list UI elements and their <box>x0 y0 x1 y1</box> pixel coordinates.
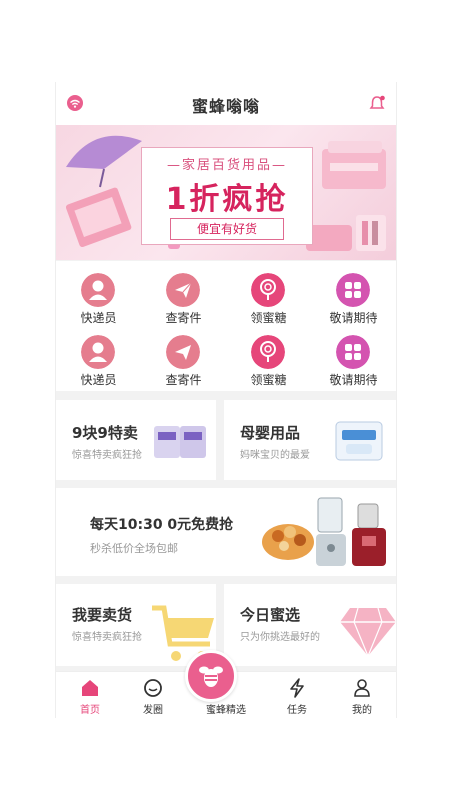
grid-item-track-parcel[interactable]: 查寄件 <box>141 325 226 387</box>
card-subtitle: 妈咪宝贝的最爱 <box>240 450 310 461</box>
grid-icon <box>336 273 370 307</box>
bell-icon[interactable] <box>368 94 386 112</box>
grid-item-honey[interactable]: 领蜜糖 <box>226 263 311 325</box>
user-icon <box>354 679 370 697</box>
banner-tagline: 便宜有好货 <box>170 218 284 240</box>
bee-icon <box>199 666 223 687</box>
card-sell-goods[interactable]: 我要卖货 惊喜特卖疯狂抢 <box>56 584 216 666</box>
feature-grid: 快递员 查寄件 领蜜糖 敬请期待 快递员 查寄件 领蜜糖 敬请期待 <box>56 261 396 391</box>
top-bar: 蜜蜂嗡嗡 <box>56 82 396 125</box>
diamond-icon <box>340 607 396 658</box>
banner-subtitle: —家居百货用品— <box>166 158 287 173</box>
nuts-basket-image <box>262 524 314 560</box>
grid-item-courier[interactable]: 快递员 <box>56 263 141 325</box>
chat-icon <box>144 679 162 697</box>
tab-label: 我的 <box>352 705 372 716</box>
courier-icon <box>81 335 115 369</box>
tab-label: 发圈 <box>143 705 163 716</box>
diaper-pack-image <box>335 421 383 461</box>
tab-bee-picks[interactable]: 蜜蜂精选 <box>185 650 260 718</box>
card-title: 母婴用品 <box>240 424 301 442</box>
card-title: 每天10:30 0元免费抢 <box>90 517 234 533</box>
card-today-picks[interactable]: 今日蜜选 只为你挑选最好的 <box>224 584 396 666</box>
grid-item-coming-soon[interactable]: 敬请期待 <box>311 325 396 387</box>
grid-item-label: 领蜜糖 <box>250 311 287 325</box>
grid-item-label: 查寄件 <box>165 373 202 387</box>
card-title: 今日蜜选 <box>240 606 301 624</box>
grid-icon <box>336 335 370 369</box>
paper-plane-icon <box>166 335 200 369</box>
banner-panel: —家居百货用品— 1折疯抢 便宜有好货 <box>141 147 313 245</box>
tab-tasks[interactable]: 任务 <box>263 672 331 718</box>
bee-button[interactable] <box>185 650 237 702</box>
card-title: 9块9特卖 <box>72 424 138 442</box>
tab-label: 任务 <box>287 705 307 716</box>
card-baby-products[interactable]: 母婴用品 妈咪宝贝的最爱 <box>224 400 396 480</box>
home-icon <box>82 680 98 696</box>
promo-banner[interactable]: —家居百货用品— 1折疯抢 便宜有好货 <box>56 125 396 260</box>
grid-item-track-parcel[interactable]: 查寄件 <box>141 263 226 325</box>
app-screen: 蜜蜂嗡嗡 —家居百货用品— 1折疯抢 便宜有好货 快递员 查寄件 领蜜糖 敬请期… <box>55 82 397 718</box>
lightning-icon <box>290 678 304 698</box>
makeup-illustration <box>306 215 386 251</box>
grid-item-label: 领蜜糖 <box>250 373 287 387</box>
cosmetics-box-illustration <box>66 187 132 248</box>
tab-label: 首页 <box>80 705 100 716</box>
lollipop-icon <box>251 273 285 307</box>
juicer-image <box>316 497 346 566</box>
grid-item-label: 敬请期待 <box>329 373 378 387</box>
grid-item-label: 敬请期待 <box>329 311 378 325</box>
paper-plane-icon <box>166 273 200 307</box>
grid-item-coming-soon[interactable]: 敬请期待 <box>311 263 396 325</box>
card-subtitle: 惊喜特卖疯狂抢 <box>72 632 142 643</box>
card-9-9-sale[interactable]: 9块9特卖 惊喜特卖疯狂抢 <box>56 400 216 480</box>
card-subtitle: 秒杀低价全场包邮 <box>90 542 178 555</box>
grid-item-label: 快递员 <box>80 373 117 387</box>
grid-item-honey[interactable]: 领蜜糖 <box>226 325 311 387</box>
card-free-deal[interactable]: 每天10:30 0元免费抢 秒杀低价全场包邮 <box>56 488 396 576</box>
tab-label: 蜜蜂精选 <box>206 705 246 716</box>
slow-juicer-image <box>352 503 386 566</box>
tab-me[interactable]: 我的 <box>328 672 396 718</box>
tissue-pack-image <box>154 426 206 458</box>
card-title: 我要卖货 <box>72 606 133 624</box>
grid-item-courier[interactable]: 快递员 <box>56 325 141 387</box>
app-title: 蜜蜂嗡嗡 <box>191 97 260 116</box>
tab-home[interactable]: 首页 <box>56 672 124 718</box>
grid-item-label: 快递员 <box>80 311 117 325</box>
courier-icon <box>81 273 115 307</box>
lollipop-icon <box>251 335 285 369</box>
tab-moments[interactable]: 发圈 <box>119 672 187 718</box>
drawer-illustration <box>322 141 386 189</box>
card-subtitle: 只为你挑选最好的 <box>240 632 320 643</box>
banner-headline: 1折疯抢 <box>165 182 289 217</box>
bottom-tab-bar: 首页 发圈 蜜蜂精选 任务 我的 <box>56 650 396 718</box>
umbrella-illustration <box>66 135 142 188</box>
grid-item-label: 查寄件 <box>165 311 202 325</box>
card-subtitle: 惊喜特卖疯狂抢 <box>72 450 142 461</box>
